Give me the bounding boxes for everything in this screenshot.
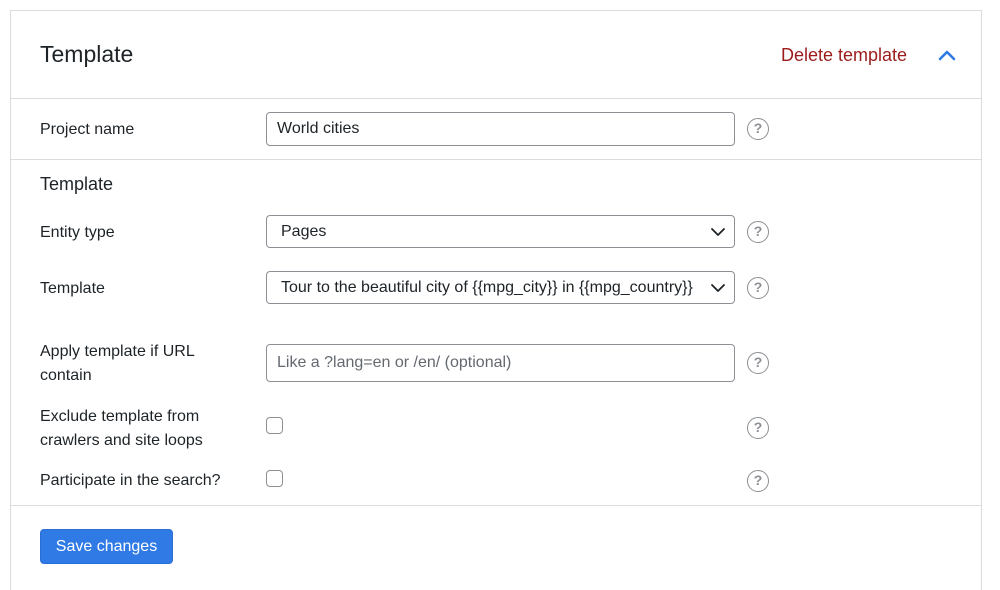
chevron-down-icon [710, 280, 726, 296]
template-section-title: Template [40, 174, 114, 194]
participate-search-checkbox[interactable] [266, 470, 283, 487]
template-select[interactable]: Tour to the beautiful city of {{mpg_city… [266, 271, 735, 304]
help-icon-entity-type[interactable]: ? [747, 221, 769, 243]
help-icon-project-name[interactable]: ? [747, 118, 769, 140]
panel-header: Template Delete template [11, 11, 981, 99]
url-filter-label-line2: contain [40, 367, 92, 384]
template-panel: Template Delete template Project name ? … [10, 10, 982, 590]
project-name-input[interactable] [266, 112, 735, 146]
delete-template-link[interactable]: Delete template [781, 45, 907, 66]
template-label: Template [40, 280, 105, 297]
entity-type-label: Entity type [40, 224, 115, 241]
chevron-up-icon [938, 50, 956, 61]
project-name-label: Project name [40, 121, 135, 138]
panel-title: Template [40, 41, 134, 67]
collapse-toggle-button[interactable] [936, 45, 958, 65]
help-icon-template[interactable]: ? [747, 277, 769, 299]
exclude-crawlers-label-line2: crawlers and site loops [40, 432, 203, 449]
url-filter-label-line1: Apply template if URL [40, 343, 195, 360]
help-icon-participate-search[interactable]: ? [747, 470, 769, 492]
footer-divider [11, 505, 981, 506]
help-icon-url-filter[interactable]: ? [747, 352, 769, 374]
exclude-crawlers-label-line1: Exclude template from [40, 408, 200, 425]
template-selected-value: Tour to the beautiful city of {{mpg_city… [281, 279, 693, 296]
help-icon-exclude-crawlers[interactable]: ? [747, 417, 769, 439]
url-filter-input[interactable] [266, 344, 735, 382]
save-changes-button[interactable]: Save changes [40, 529, 173, 564]
participate-search-label: Participate in the search? [40, 472, 221, 489]
exclude-crawlers-checkbox[interactable] [266, 417, 283, 434]
entity-type-select[interactable]: Pages [266, 215, 735, 248]
entity-type-selected-value: Pages [281, 223, 327, 240]
section-divider [11, 159, 981, 160]
chevron-down-icon [711, 228, 725, 236]
